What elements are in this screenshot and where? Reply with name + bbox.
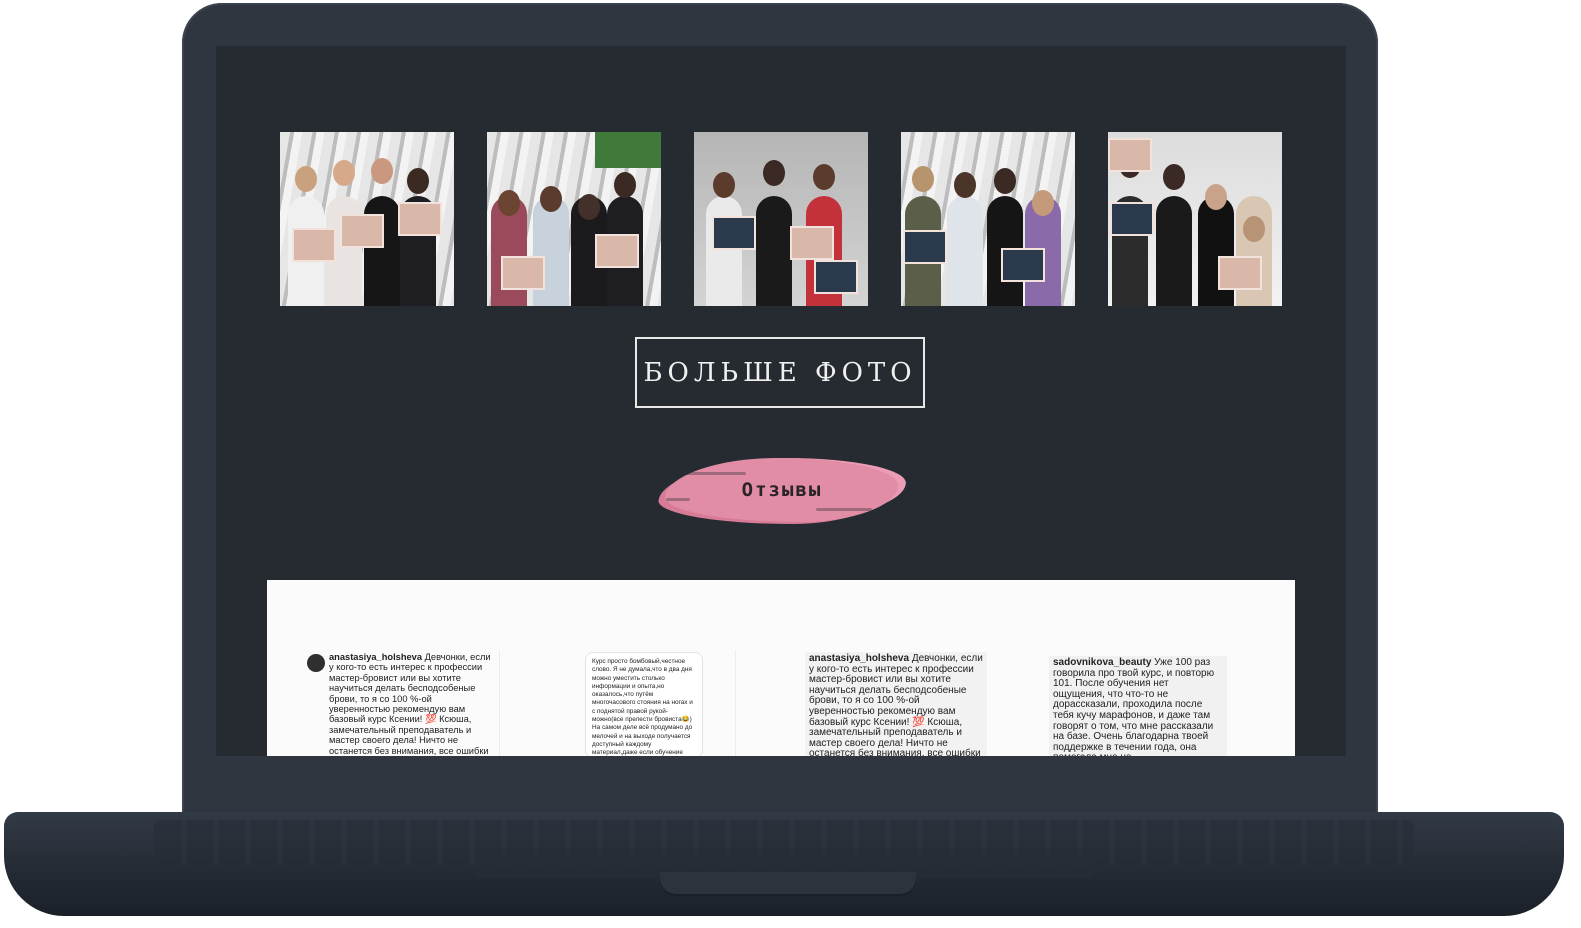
reviews-carousel: anastasiya_holsheva Девчонки, если у ког… [267,580,1295,756]
reviews-heading: Отзывы [661,458,903,522]
gallery-photo[interactable] [487,132,661,306]
review-card: anastasiya_holsheva Девчонки, если у ког… [805,652,987,756]
gallery-photo[interactable] [280,132,454,306]
review-text: Уже 100 раз говорила про твой курс, и по… [1053,657,1215,756]
review-text: Курс просто бомбовый,честное слово. Я не… [592,658,693,756]
laptop-screen: БОЛЬШЕ ФОТО Отзывы anastasiya_holsheva Д… [216,46,1346,756]
review-text: Девчонки, если у кого-то есть интерес к … [329,652,491,756]
gallery-photo[interactable] [901,132,1075,306]
laptop-base [4,812,1564,916]
reviews-title: Отзывы [741,479,823,501]
avatar [307,654,325,672]
review-text: Девчонки, если у кого-то есть интерес к … [809,653,983,756]
gallery-photo[interactable] [1108,132,1282,306]
divider [499,650,500,756]
review-username: sadovnikova_beauty [1053,657,1155,668]
divider [735,650,736,756]
review-card: anastasiya_holsheva Девчонки, если у ког… [329,652,493,756]
lid-notch [660,872,916,896]
gallery-photo[interactable] [694,132,868,306]
photo-gallery [216,132,1346,306]
review-username: anastasiya_holsheva [809,653,912,664]
review-card: sadovnikova_beauty Уже 100 раз говорила … [1049,656,1227,756]
review-username: anastasiya_holsheva [329,652,425,662]
review-card: Курс просто бомбовый,честное слово. Я не… [585,652,703,756]
more-photos-button[interactable]: БОЛЬШЕ ФОТО [635,337,925,408]
